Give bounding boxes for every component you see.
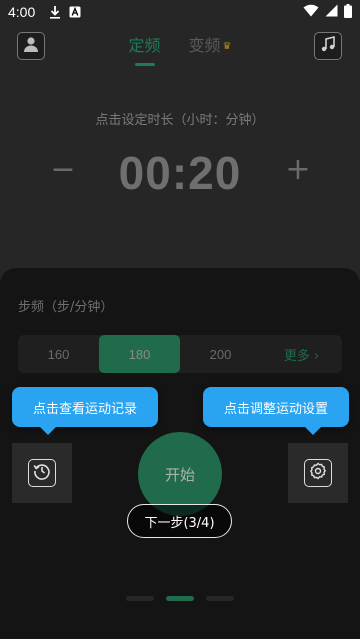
crown-icon: ♛	[222, 41, 232, 52]
step-frequency-selector: 160 180 200 更多 ›	[18, 335, 342, 373]
next-step-button[interactable]: 下一步(3/4)	[127, 504, 232, 538]
active-tab-indicator	[134, 63, 155, 66]
history-button[interactable]	[12, 443, 72, 503]
settings-tooltip: 点击调整运动设置	[203, 387, 349, 435]
more-options-button[interactable]: 更多 ›	[261, 335, 342, 373]
music-icon	[319, 35, 337, 57]
signal-icon	[325, 4, 338, 20]
records-tooltip: 点击查看运动记录	[12, 387, 158, 435]
step-option-200[interactable]: 200	[180, 335, 261, 373]
mode-tabs: 定频 变频 ♛	[0, 30, 360, 66]
step-frequency-label: 步频（步/分钟）	[18, 300, 114, 315]
download-icon	[49, 5, 61, 19]
status-bar: 4:00	[0, 0, 360, 24]
music-button[interactable]	[314, 32, 342, 60]
page-dot	[206, 596, 234, 601]
settings-button[interactable]	[288, 443, 348, 503]
step-option-180[interactable]: 180	[99, 335, 180, 373]
a-notification-icon	[69, 6, 81, 18]
tab-variable-frequency[interactable]: 变频 ♛	[189, 30, 232, 56]
tab-fixed-frequency[interactable]: 定频	[128, 30, 161, 66]
timer-row: − 00:20 +	[0, 146, 360, 206]
increase-time-button[interactable]: +	[280, 152, 316, 187]
history-icon-frame	[28, 459, 56, 487]
status-time: 4:00	[8, 4, 36, 20]
settings-icon-frame	[304, 459, 332, 487]
tab-fixed-frequency-label: 定频	[128, 36, 161, 55]
step-option-160[interactable]: 160	[18, 335, 99, 373]
app-screen: 4:00 定频 变频 ♛ 点击设定时长（小时：分钟） − 00:20 + 步频（…	[0, 0, 360, 639]
tab-variable-frequency-label: 变频	[188, 36, 221, 55]
page-dot	[126, 596, 154, 601]
battery-icon	[344, 3, 352, 21]
page-dot-active	[166, 596, 194, 601]
header: 定频 变频 ♛	[0, 30, 360, 66]
history-icon	[33, 462, 51, 484]
status-right-group	[303, 0, 352, 24]
page-indicator	[0, 596, 360, 601]
gear-icon	[309, 462, 327, 484]
wifi-icon	[303, 4, 319, 20]
timer-hint: 点击设定时长（小时：分钟）	[95, 113, 265, 128]
